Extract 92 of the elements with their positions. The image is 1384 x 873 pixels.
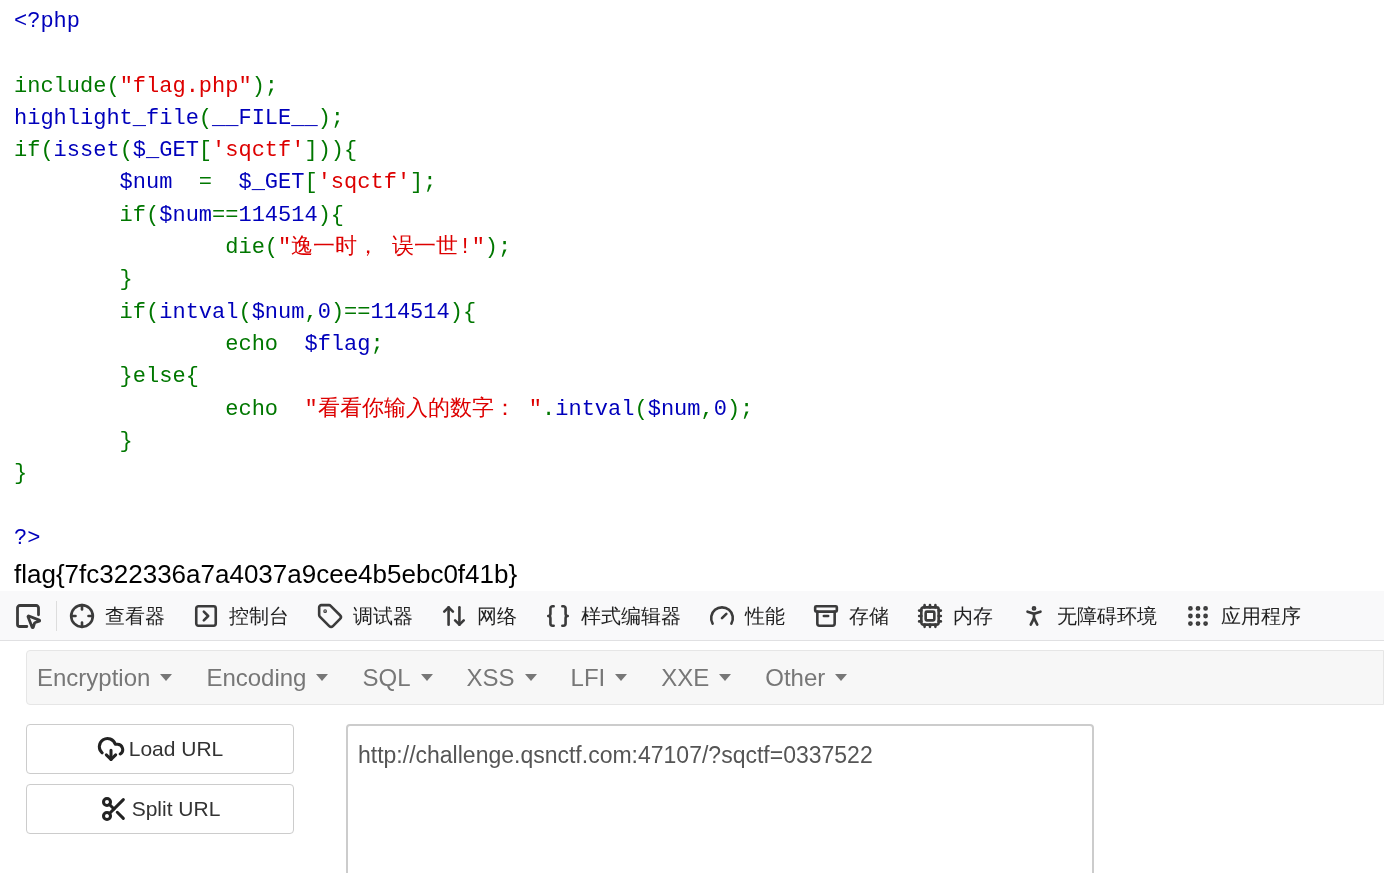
code-token: echo bbox=[224, 330, 280, 359]
code-token: ])){ bbox=[304, 137, 358, 166]
code-token: ; bbox=[370, 330, 384, 359]
menu-dropdown[interactable]: SQL bbox=[362, 659, 433, 696]
devtools-tab[interactable]: 性能 bbox=[709, 590, 813, 641]
code-token: $num bbox=[647, 395, 701, 424]
code-token: ( bbox=[238, 298, 252, 327]
caret-icon bbox=[615, 674, 628, 682]
code-token: }else{ bbox=[118, 363, 199, 392]
code-token: echo bbox=[224, 395, 280, 424]
chip-icon bbox=[917, 602, 943, 629]
code-token: ); bbox=[317, 104, 345, 133]
code-token: __FILE__ bbox=[212, 104, 318, 133]
code-token: include( bbox=[14, 72, 120, 101]
code-token: 'sqctf' bbox=[317, 169, 411, 198]
menu-dropdown[interactable]: Encoding bbox=[206, 659, 329, 696]
menu-dropdown[interactable]: XXE bbox=[661, 659, 732, 696]
caret-icon bbox=[719, 674, 732, 682]
menu-dropdown[interactable]: LFI bbox=[570, 659, 628, 696]
caret-icon bbox=[524, 674, 537, 682]
code-token: ); bbox=[484, 234, 512, 263]
code-token: = bbox=[198, 169, 214, 198]
code-token: if( bbox=[118, 298, 160, 327]
code-token: ){ bbox=[317, 201, 345, 230]
code-token: ( bbox=[119, 137, 133, 166]
devtools-tab[interactable]: 调试器 bbox=[317, 590, 441, 641]
caret-icon bbox=[316, 674, 329, 682]
code-token: [ bbox=[304, 169, 318, 198]
code-token: $_GET bbox=[132, 137, 199, 166]
cabinet-icon bbox=[813, 602, 839, 629]
scissors-icon bbox=[99, 795, 128, 824]
code-token: isset bbox=[53, 137, 120, 166]
code-token: ); bbox=[726, 395, 754, 424]
code-token: $_GET bbox=[238, 169, 305, 198]
crosshair-icon bbox=[69, 602, 95, 629]
devtools-tab[interactable]: 应用程序 bbox=[1185, 590, 1329, 641]
code-token: 114514 bbox=[370, 298, 450, 327]
url-field[interactable]: http://challenge.qsnctf.com:47107/?sqctf=0337522 bbox=[346, 724, 1094, 873]
code-token: $num bbox=[251, 298, 305, 327]
devtools-tab[interactable]: 无障碍环境 bbox=[1021, 590, 1185, 641]
code-token: } bbox=[118, 266, 133, 295]
caret-icon bbox=[420, 674, 433, 682]
split-url-button[interactable]: Split URL bbox=[26, 784, 294, 835]
load-url-button[interactable]: Load URL bbox=[26, 724, 294, 775]
code-token: 114514 bbox=[238, 201, 318, 230]
devtools-tab[interactable]: 查看器 bbox=[69, 590, 193, 641]
code-token: ){ bbox=[449, 298, 477, 327]
caret-icon bbox=[835, 674, 848, 682]
code-token: == bbox=[212, 201, 239, 230]
code-token: if( bbox=[118, 201, 160, 230]
code-token: ]; bbox=[410, 169, 437, 198]
code-token: , bbox=[700, 395, 714, 424]
code-token: $num bbox=[118, 169, 174, 198]
devtools-tab[interactable]: 内存 bbox=[917, 590, 1021, 641]
code-token: ?> bbox=[14, 524, 41, 553]
code-token: 'sqctf' bbox=[212, 137, 305, 166]
tag-icon bbox=[317, 602, 343, 629]
devtools-tab[interactable]: 控制台 bbox=[193, 590, 317, 641]
code-token: "flag.php" bbox=[119, 72, 252, 101]
caret-icon bbox=[160, 674, 173, 682]
code-token: $num bbox=[159, 201, 213, 230]
devtools-tab[interactable]: 网络 bbox=[441, 590, 545, 641]
code-token: intval bbox=[159, 298, 239, 327]
code-token: ( bbox=[198, 104, 213, 133]
code-token: $flag bbox=[304, 330, 371, 359]
code-token: if( bbox=[14, 137, 54, 166]
code-token: "看看你输入的数字： " bbox=[304, 395, 543, 424]
code-token: } bbox=[14, 460, 28, 489]
flag-output: flag{7fc322336a7a4037a9cee4b5ebc0f41b} bbox=[14, 558, 518, 592]
menu-dropdown[interactable]: Encryption bbox=[37, 659, 173, 696]
code-token: intval bbox=[555, 395, 635, 424]
code-token: , bbox=[304, 298, 318, 327]
code-token: [ bbox=[198, 137, 213, 166]
code-token: die( bbox=[224, 234, 279, 263]
cloud-download-icon bbox=[96, 735, 125, 764]
code-token: <?php bbox=[14, 8, 80, 36]
code-token: )== bbox=[330, 298, 371, 327]
code-token: 0 bbox=[713, 395, 727, 424]
pointer-icon bbox=[14, 601, 42, 630]
code-token: 0 bbox=[317, 298, 331, 327]
code-token: } bbox=[118, 427, 133, 456]
menu-dropdown[interactable]: XSS bbox=[466, 659, 537, 696]
code-token: ( bbox=[634, 395, 648, 424]
console-icon bbox=[193, 602, 219, 629]
code-token: highlight_file bbox=[14, 104, 199, 133]
braces-icon bbox=[545, 602, 571, 629]
devtools-tab[interactable]: 样式编辑器 bbox=[545, 590, 709, 641]
code-token: "逸一时， 误一世!" bbox=[278, 234, 485, 263]
code-token: . bbox=[542, 395, 556, 424]
code-token: ); bbox=[251, 72, 279, 101]
devtools-tab[interactable]: 存储 bbox=[813, 590, 917, 641]
menu-dropdown[interactable]: Other bbox=[765, 659, 848, 696]
